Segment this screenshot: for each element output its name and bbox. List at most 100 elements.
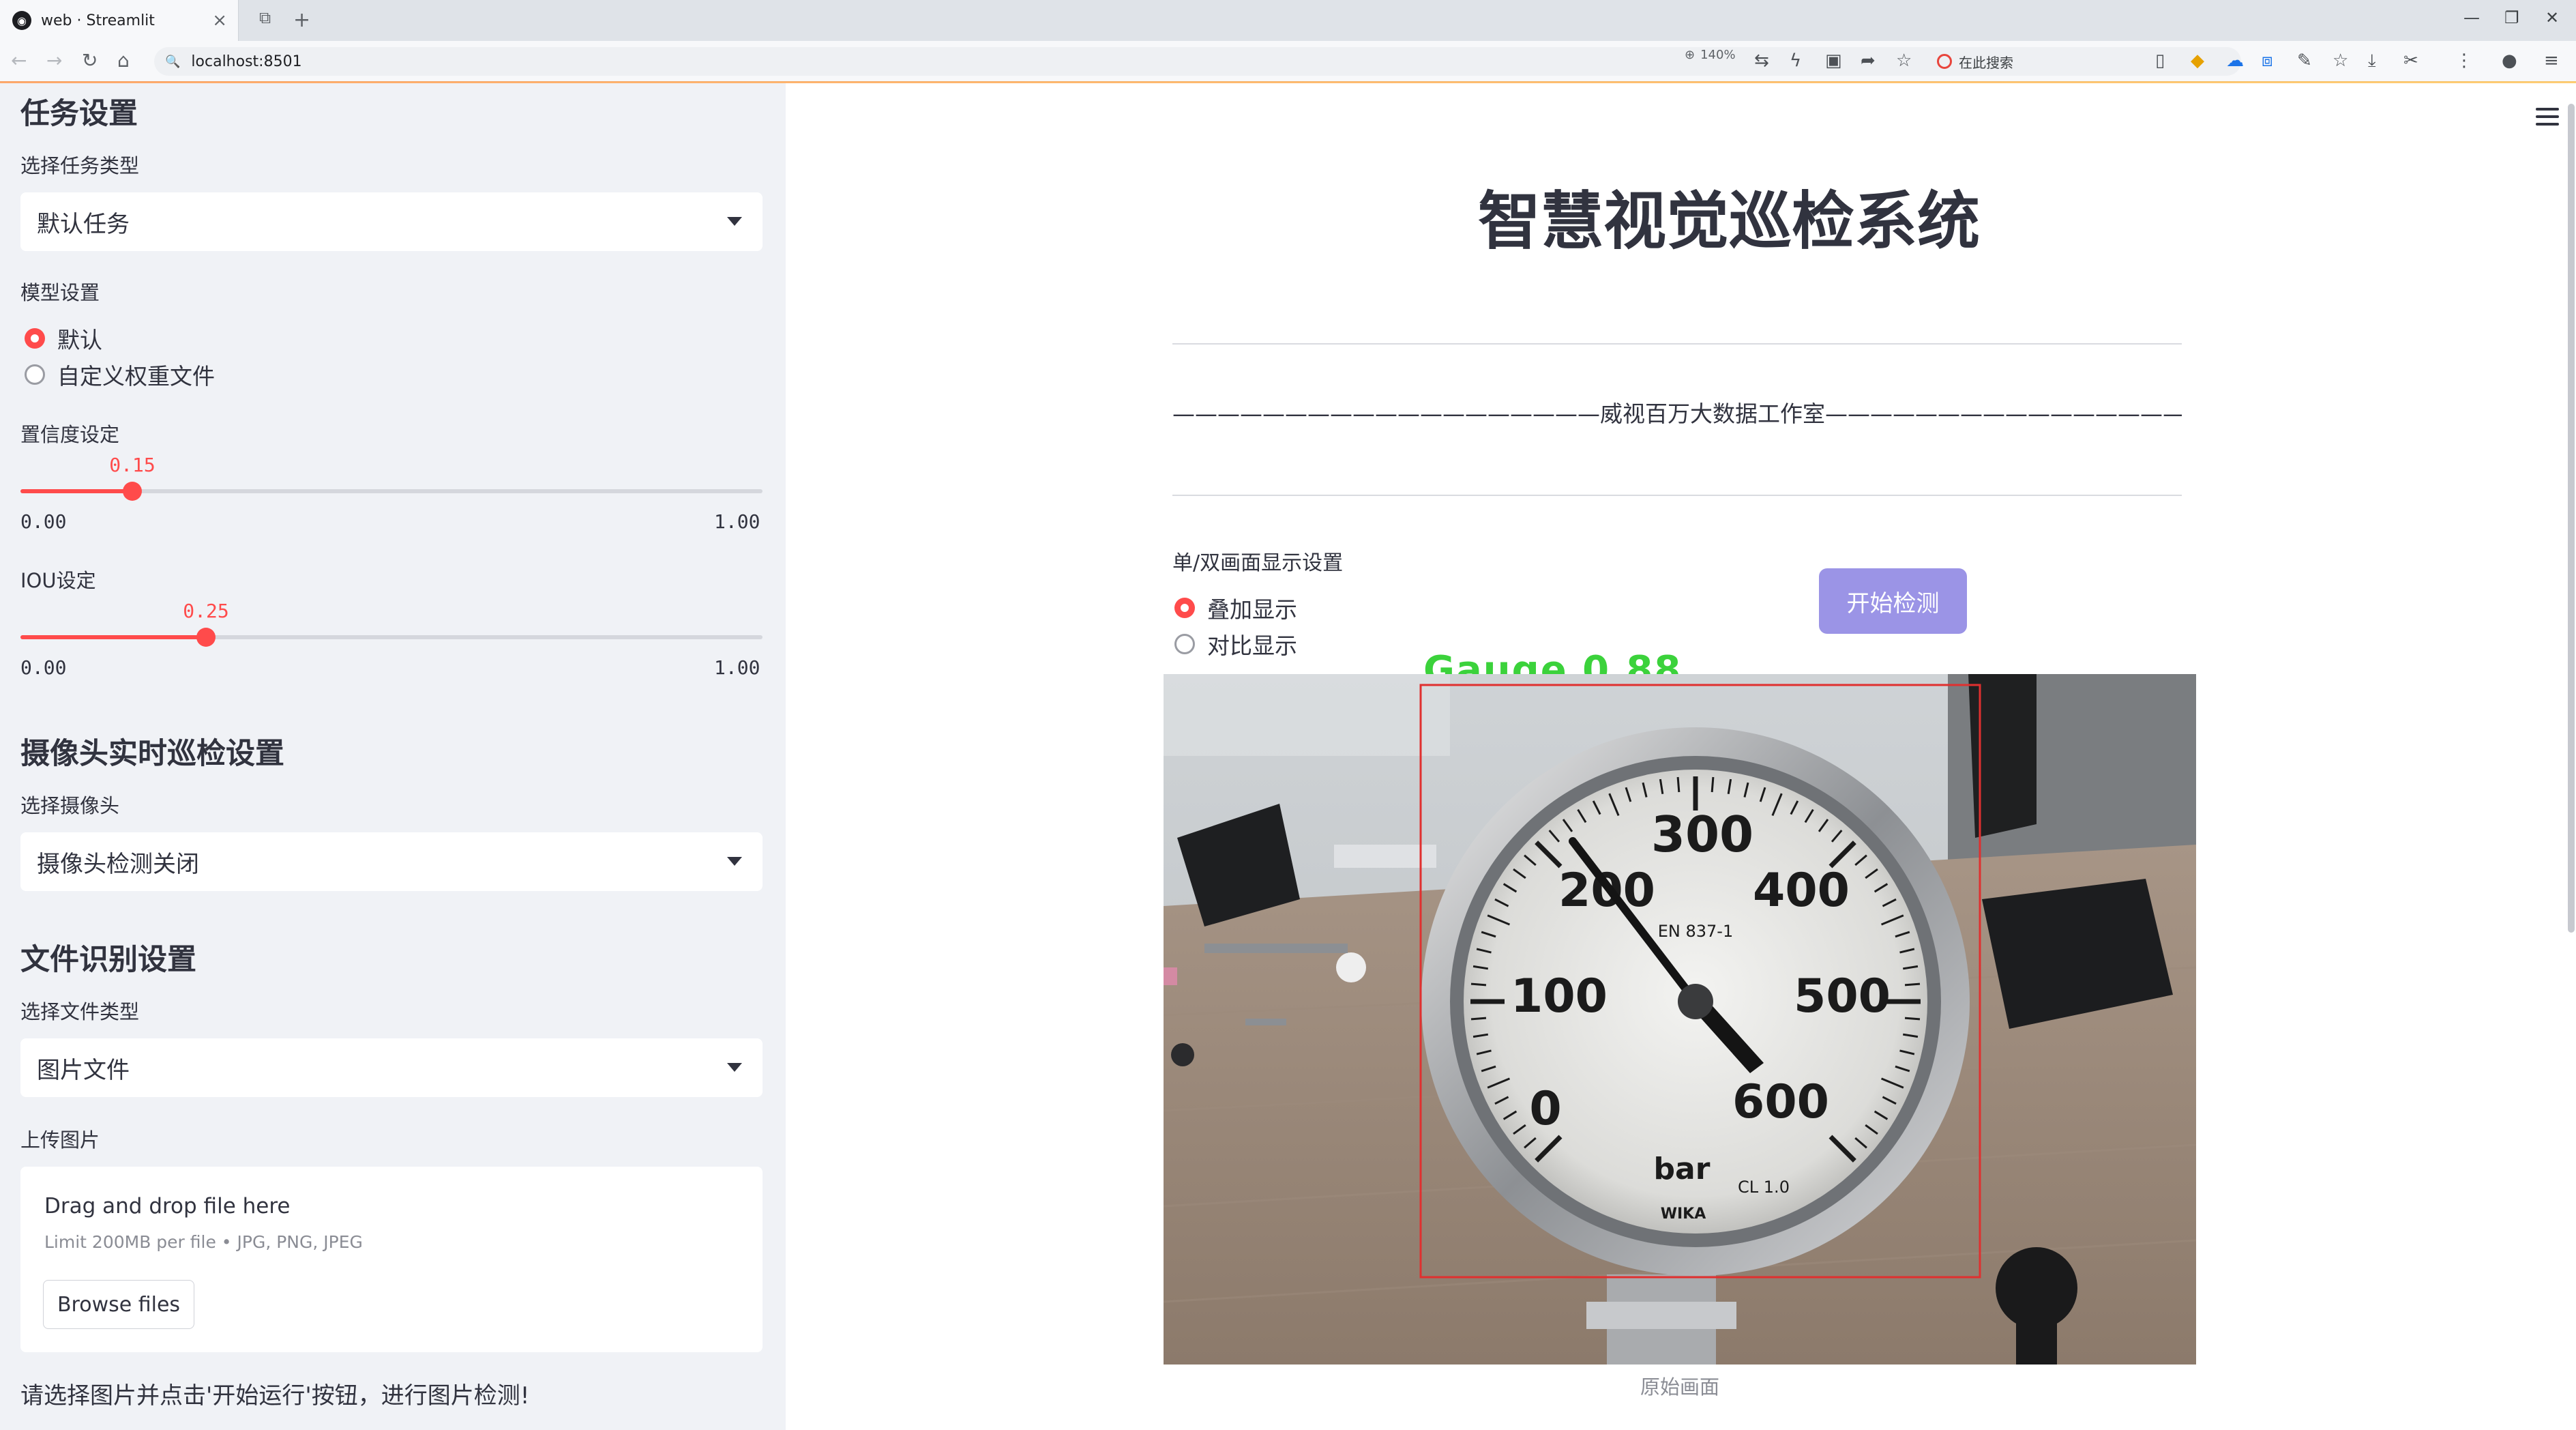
iou-max: 1.00 (714, 656, 760, 679)
pen-icon[interactable]: ✎ (2297, 50, 2312, 71)
gauge-number: 600 (1732, 1075, 1829, 1129)
file-type-value: 图片文件 (37, 1056, 130, 1084)
bolt-icon[interactable]: ϟ (1790, 50, 1801, 71)
file-dropzone[interactable]: Drag and drop file here Limit 200MB per … (20, 1167, 763, 1352)
extension-icon[interactable]: ◆ (2191, 50, 2204, 71)
streamlit-favicon-icon: ◉ (12, 11, 31, 30)
scissors-icon[interactable]: ✂ (2403, 50, 2418, 71)
studio-credit: ———————————————————威视百万大数据工作室———————————… (1172, 400, 2182, 427)
gauge-tick (1904, 1017, 1921, 1021)
close-tab-icon[interactable]: × (212, 10, 227, 31)
divider-bottom (1172, 495, 2182, 496)
radio-unselected-icon (25, 364, 45, 385)
gauge-standard: EN 837-1 (1658, 922, 1733, 941)
confidence-value: 0.15 (109, 454, 156, 476)
iou-slider-fill (20, 635, 206, 639)
task-settings-heading: 任务设置 (20, 97, 138, 131)
camera-label: 选择摄像头 (20, 794, 120, 817)
url-field[interactable]: 🔍 localhost:8501 (154, 47, 2241, 76)
site-info-icon[interactable]: 🔍 (165, 55, 180, 69)
chevron-down-icon (727, 217, 742, 226)
address-bar: ← → ↻ ⌂ 🔍 localhost:8501 ⊕ 140% ⇆ ϟ ▣ ➦ … (0, 41, 2576, 82)
sidebar-hint: 请选择图片并点击'开始运行'按钮，进行图片检测! (20, 1382, 530, 1410)
dropzone-limit: Limit 200MB per file • JPG, PNG, JPEG (44, 1232, 363, 1252)
file-type-select[interactable]: 图片文件 (20, 1038, 763, 1097)
gauge-class: CL 1.0 (1738, 1178, 1790, 1197)
minimize-icon[interactable]: — (2463, 8, 2480, 27)
display-option-compare[interactable]: 对比显示 (1174, 628, 1297, 660)
gauge-tick (1470, 982, 1487, 987)
home-icon[interactable]: ⌂ (117, 49, 130, 72)
close-window-icon[interactable]: ✕ (2545, 8, 2559, 27)
model-option-default[interactable]: 默认 (25, 322, 102, 355)
display-option-label: 对比显示 (1207, 632, 1297, 659)
task-type-label: 选择任务类型 (20, 154, 140, 177)
confidence-slider[interactable] (20, 482, 763, 501)
upload-label: 上传图片 (20, 1128, 100, 1152)
chevron-down-icon (727, 857, 742, 866)
forward-icon[interactable]: → (46, 49, 62, 72)
gauge-number: 300 (1651, 806, 1753, 863)
browser-tab[interactable]: ◉ web · Streamlit × (0, 0, 239, 41)
camera-value: 摄像头检测关闭 (37, 850, 199, 878)
app-menu-icon[interactable] (2536, 108, 2559, 130)
gauge-number: 0 (1529, 1082, 1561, 1136)
iou-value: 0.25 (183, 600, 229, 622)
gauge-number: 500 (1794, 969, 1891, 1023)
iou-label: IOU设定 (20, 569, 96, 592)
search-placeholder: 在此搜索 (1959, 54, 2013, 71)
confidence-min: 0.00 (20, 510, 67, 533)
cloud-icon[interactable]: ☁ (2226, 50, 2244, 71)
gauge-number: 400 (1753, 864, 1850, 918)
model-settings-label: 模型设置 (20, 281, 100, 304)
gauge-tick (1470, 1017, 1487, 1021)
browser-tab-bar: ◉ web · Streamlit × ⧉ + — ❐ ✕ (0, 0, 2576, 41)
restore-icon[interactable]: ❐ (2504, 8, 2519, 27)
favorites-icon[interactable]: ☆ (2333, 50, 2348, 71)
back-icon[interactable]: ← (11, 49, 27, 72)
iou-slider-thumb[interactable] (196, 628, 216, 647)
model-option-custom[interactable]: 自定义权重文件 (25, 358, 215, 391)
browser-search-box[interactable]: 在此搜索 (1937, 48, 2142, 75)
translate-icon[interactable]: ⇆ (1754, 50, 1769, 71)
tab-title: web · Streamlit (41, 12, 155, 29)
new-tab-icon[interactable]: + (293, 8, 310, 32)
screenshot-icon[interactable]: ▣ (1825, 50, 1842, 71)
gauge-number: 100 (1511, 969, 1608, 1023)
camera-select[interactable]: 摄像头检测关闭 (20, 832, 763, 891)
radio-unselected-icon (1174, 634, 1195, 654)
more-menu-icon[interactable]: ⋮ (2455, 50, 2473, 71)
zoom-indicator[interactable]: ⊕ 140% (1685, 48, 1736, 62)
confidence-max: 1.00 (714, 510, 760, 533)
phone-icon[interactable]: ▯ (2155, 50, 2165, 71)
url-text: localhost:8501 (191, 53, 302, 70)
translate-extension-icon[interactable]: ⧈ (2262, 50, 2273, 72)
bookmark-star-icon[interactable]: ☆ (1896, 50, 1912, 71)
profile-avatar-icon[interactable]: ● (2502, 50, 2517, 71)
gauge-unit: bar (1654, 1152, 1711, 1186)
display-option-overlay[interactable]: 叠加显示 (1174, 592, 1297, 624)
iou-slider[interactable] (20, 628, 763, 647)
detection-image: 0 100 200 300 400 500 600 bar EN 837-1 C… (1164, 674, 2196, 1365)
browser-menu-icon[interactable]: ≡ (2544, 50, 2559, 71)
file-settings-heading: 文件识别设置 (20, 943, 196, 977)
tab-list-icon[interactable]: ⧉ (259, 8, 271, 27)
page-title: 智慧视觉巡检系统 (1477, 185, 1980, 258)
gauge-tick (1904, 982, 1921, 987)
share-icon[interactable]: ➦ (1861, 50, 1876, 71)
radio-selected-icon (1174, 598, 1195, 618)
start-detection-button[interactable]: 开始检测 (1819, 568, 1967, 634)
confidence-label: 置信度设定 (20, 423, 120, 446)
task-type-value: 默认任务 (37, 210, 130, 238)
reload-icon[interactable]: ↻ (82, 49, 98, 72)
confidence-slider-fill (20, 489, 132, 493)
browse-files-button[interactable]: Browse files (43, 1280, 194, 1329)
image-caption: 原始画面 (1640, 1375, 1719, 1399)
task-type-select[interactable]: 默认任务 (20, 192, 763, 251)
camera-settings-heading: 摄像头实时巡检设置 (20, 737, 284, 771)
iou-min: 0.00 (20, 656, 67, 679)
download-icon[interactable]: ⤓ (2368, 50, 2376, 72)
search-engine-icon (1937, 54, 1952, 69)
confidence-slider-thumb[interactable] (123, 482, 142, 501)
chevron-down-icon (727, 1063, 742, 1072)
